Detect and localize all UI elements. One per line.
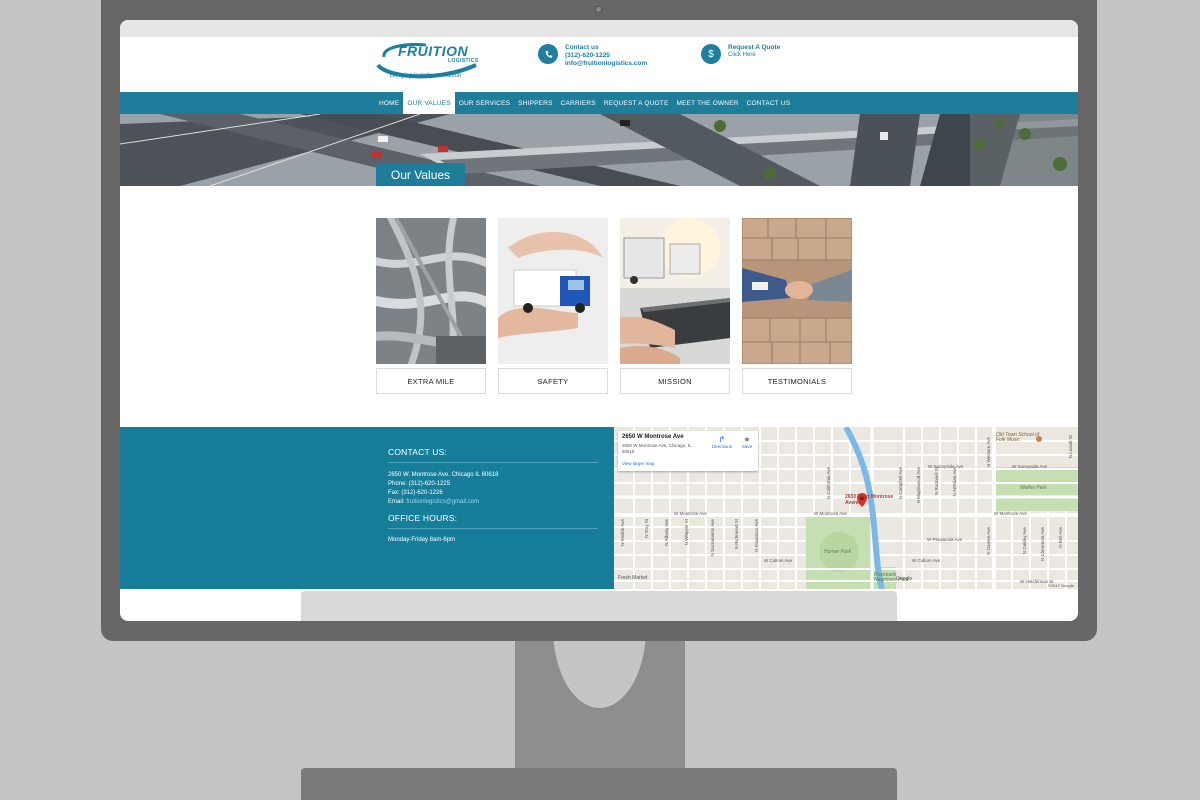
map-label-campbell: N Campbell Ave	[898, 467, 903, 500]
monitor-stand-base	[301, 768, 897, 800]
star-icon: ★	[743, 435, 751, 444]
map-directions-button[interactable]: ↱ Directions	[710, 435, 734, 449]
contact-heading: Contact us	[565, 44, 599, 51]
hands-truck-image[interactable]	[498, 218, 608, 364]
nav-item-carriers[interactable]: CARRIERS	[557, 92, 600, 114]
logo-subtitle: LOGISTICS	[448, 58, 479, 64]
footer-fax: Fax: (312)-620-1226	[388, 490, 443, 496]
footer-email-line: Email: fruitionlogistics@gmail.com	[388, 498, 598, 507]
nav-item-shippers[interactable]: SHIPPERS	[514, 92, 556, 114]
dollar-icon: $	[701, 44, 721, 64]
laptop-trucks-image[interactable]	[620, 218, 730, 364]
map-info-card: 2650 W Montrose Ave 2650 W Montrose Ave,…	[618, 431, 758, 471]
map-label-damen: N Damen Ave	[986, 527, 991, 555]
map-view-larger-link[interactable]: View larger map	[622, 461, 654, 466]
nav-item-our-values[interactable]: OUR VALUES	[403, 92, 455, 114]
map-label-claremont: N Claremont Ave	[1040, 527, 1045, 561]
card-label-safety[interactable]: SAFETY	[498, 368, 608, 394]
card-mission[interactable]: MISSION	[620, 218, 730, 394]
map-label-pensacola: W Pensacola Ave	[927, 537, 963, 542]
contact-phone[interactable]: (312)-620-1225	[565, 52, 647, 60]
footer-contact-lines: 2650 W. Montrose Ave. Chicago IL 60618 P…	[388, 471, 598, 507]
nav-item-our-services[interactable]: OUR SERVICES	[455, 92, 514, 114]
quote-heading[interactable]: Request A Quote	[728, 44, 780, 52]
site-header: FRUITION LOGISTICS Bringing logistics to…	[120, 37, 1078, 93]
values-cards: EXTRA MILE SAFETY MISSION TESTIMONIALS	[376, 218, 852, 394]
map-label-montrose-2: W Montrose Ave	[814, 511, 847, 516]
nav-item-request-a-quote[interactable]: REQUEST A QUOTE	[600, 92, 673, 114]
card-extra-mile[interactable]: EXTRA MILE	[376, 218, 486, 394]
page-title: Our Values	[376, 163, 465, 186]
map-market-label: Fresh Market	[618, 575, 648, 581]
footer-phone: Phone: (312)-620-1225	[388, 481, 451, 487]
map-place-title: 2650 W Montrose Ave	[622, 434, 684, 440]
footer-email-label: Email:	[388, 499, 407, 505]
main-nav: HOME OUR VALUES OUR SERVICES SHIPPERS CA…	[120, 92, 1078, 114]
hero-banner: Our Values	[120, 114, 1078, 186]
footer-contact-info: CONTACT US: 2650 W. Montrose Ave. Chicag…	[388, 447, 598, 543]
map-place-address: 2650 W Montrose Ave, Chicago, IL 60618	[622, 443, 692, 454]
map-label-leavitt: N Leavitt St	[1068, 435, 1073, 459]
map-label-francisco: N Francisco Ave	[754, 519, 759, 552]
map-park-horner: Horner Park	[824, 549, 851, 555]
map-save-label: Save	[741, 444, 753, 449]
card-safety[interactable]: SAFETY	[498, 218, 608, 394]
nav-item-home[interactable]: HOME	[375, 92, 403, 114]
nav-item-meet-the-owner[interactable]: MEET THE OWNER	[672, 92, 742, 114]
map-pin-label: 2650 West Montrose Avenue	[845, 494, 894, 506]
map-poi-folk-music[interactable]: Old Town School of Folk Music	[996, 433, 1040, 443]
logo-tagline: Bringing logistics to fruition	[390, 73, 462, 79]
map-park-welles: Welles Park	[1020, 485, 1047, 491]
map-directions-label: Directions	[711, 444, 732, 449]
camera-icon	[595, 6, 602, 13]
google-logo: Google	[896, 576, 913, 582]
map-label-artesian: N Artesian Ave	[952, 467, 957, 497]
map-label-troy: N Troy St	[644, 519, 649, 538]
page-bottom-overlay	[301, 591, 897, 621]
map-label-sacramento: N Sacramento Ave	[710, 519, 715, 557]
card-label-testimonials[interactable]: TESTIMONIALS	[742, 368, 852, 394]
fruition-logo[interactable]: FRUITION LOGISTICS Bringing logistics to…	[376, 39, 480, 85]
card-label-mission[interactable]: MISSION	[620, 368, 730, 394]
quote-link[interactable]: Click Here	[728, 52, 780, 59]
map-label-bell: N Bell Ave	[1058, 527, 1063, 548]
map-label-maplewood: N Maplewood Ave	[916, 467, 921, 504]
map-label-kedzie: N Kedzie Ave	[620, 519, 625, 546]
map-save-button[interactable]: ★ Save	[738, 435, 756, 449]
directions-icon: ↱	[718, 435, 726, 444]
highway-banner-image	[120, 114, 1078, 186]
contact-email[interactable]: info@fruitionlogistics.com	[565, 60, 647, 68]
map-label-whipple: N Whipple St	[684, 519, 689, 546]
map-label-richmond: N Richmond St	[734, 519, 739, 550]
browser-top-strip	[120, 20, 1078, 37]
map-copyright: ©2017 Google	[1048, 583, 1074, 588]
highway-interchange-image[interactable]	[376, 218, 486, 364]
footer-hours-heading: OFFICE HOURS:	[388, 513, 598, 529]
footer-hours: Monday-Friday 8am-6pm	[388, 537, 456, 543]
map-label-montrose-1: W Montrose Ave	[674, 511, 707, 516]
card-testimonials[interactable]: TESTIMONIALS	[742, 218, 852, 394]
header-contact: Contact us (312)-620-1225 info@fruitionl…	[538, 44, 647, 68]
card-label-extra-mile[interactable]: EXTRA MILE	[376, 368, 486, 394]
logo-title: FRUITION	[398, 43, 469, 59]
map-label-oakley: N Oakley Ave	[1022, 527, 1027, 555]
map-label-california: N California Ave	[826, 467, 831, 500]
map-label-albany: N Albany Ave	[664, 519, 669, 546]
nav-list: HOME OUR VALUES OUR SERVICES SHIPPERS CA…	[375, 92, 794, 114]
website-screen: FRUITION LOGISTICS Bringing logistics to…	[120, 20, 1078, 621]
map-label-rockwell: N Rockwell St	[934, 467, 939, 496]
embedded-map[interactable]: 2650 W Montrose Ave 2650 W Montrose Ave,…	[614, 427, 1078, 589]
map-label-montrose-3: W Montrose Ave	[994, 511, 1027, 516]
footer-email-link[interactable]: fruitionlogistics@gmail.com	[406, 499, 479, 505]
nav-item-contact-us[interactable]: CONTACT US	[743, 92, 795, 114]
header-quote[interactable]: $ Request A Quote Click Here	[701, 44, 780, 64]
map-label-sunnyside-2: W Sunnyside Ave	[1012, 464, 1048, 469]
handshake-boxes-image[interactable]	[742, 218, 852, 364]
map-label-cullom-1: W Cullom Ave	[764, 558, 793, 563]
map-label-cullom-2: W Cullom Ave	[912, 558, 941, 563]
footer-address: 2650 W. Montrose Ave. Chicago IL 60618	[388, 472, 499, 478]
map-label-western: N Western Ave	[986, 437, 991, 467]
phone-icon	[538, 44, 558, 64]
footer-contact-heading: CONTACT US:	[388, 447, 598, 463]
